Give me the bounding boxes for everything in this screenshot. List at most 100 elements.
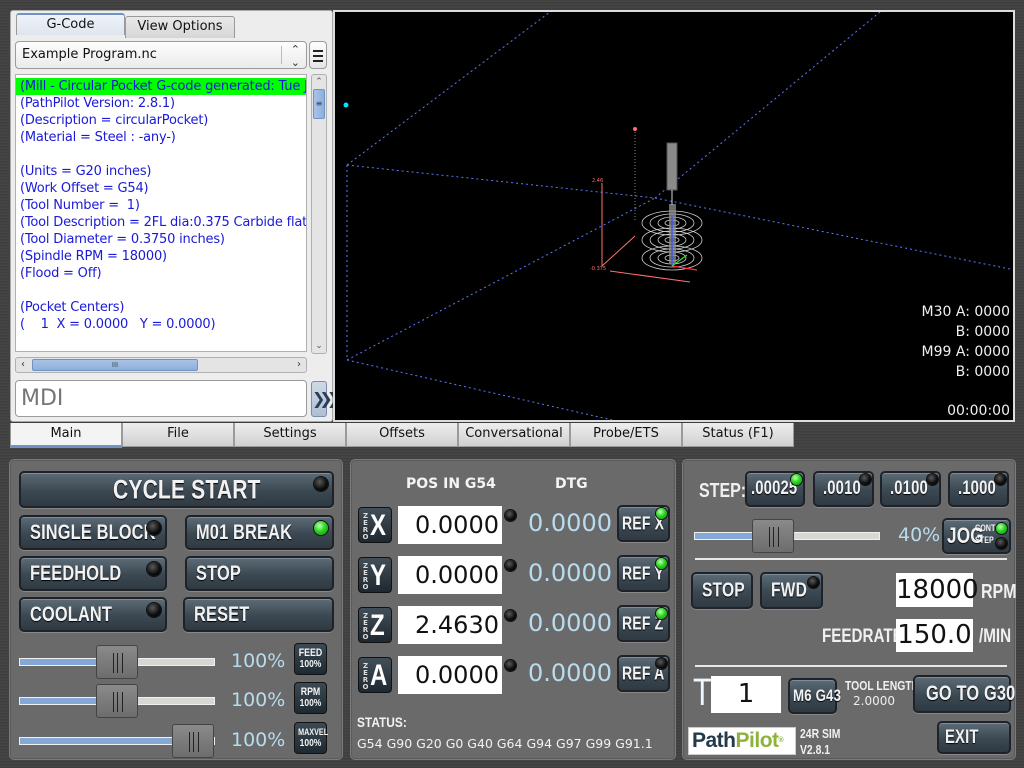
gcode-vertical-scrollbar[interactable]: ⌃ ≡ ⌄ xyxy=(311,74,327,354)
zero-label: ZERO xyxy=(362,562,369,591)
coolant-led xyxy=(147,603,161,617)
file-menu-button[interactable] xyxy=(309,41,327,69)
scroll-left-icon[interactable]: ‹ xyxy=(16,358,30,372)
code-line[interactable]: (Work Offset = G54) xyxy=(16,180,306,197)
tab-gcode[interactable]: G-Code xyxy=(16,13,125,35)
rpm-override-value: 100% xyxy=(231,689,286,711)
x-position-field[interactable]: 0.0000 xyxy=(398,506,502,544)
rpm-field[interactable]: 18000 xyxy=(896,573,979,607)
single-block-button[interactable]: SINGLE BLOCK xyxy=(19,515,167,550)
a-position-field[interactable]: 0.0000 xyxy=(398,656,502,694)
step-00025-button[interactable]: .00025 xyxy=(745,471,805,507)
active-gcodes: G54 G90 G20 G0 G40 G64 G94 G97 G99 G91.1 xyxy=(357,736,653,751)
x-dtg-value: 0.0000 xyxy=(528,509,612,537)
tab-status[interactable]: Status (F1) xyxy=(682,423,794,447)
ref-y-led xyxy=(656,558,667,569)
boundary-edge xyxy=(346,359,615,420)
origin-marker xyxy=(343,102,349,108)
tool-number-field[interactable]: 1 xyxy=(711,676,781,713)
cycle-start-button[interactable]: CYCLE START xyxy=(19,471,334,508)
ref-z-button[interactable]: REF Z xyxy=(617,605,670,642)
ref-x-button[interactable]: REF X xyxy=(617,505,670,542)
code-line[interactable]: (Spindle RPM = 18000) xyxy=(16,248,306,265)
rpm-override-slider[interactable] xyxy=(19,684,215,718)
feed-override-slider[interactable] xyxy=(19,645,215,679)
scrollbar-thumb[interactable]: III xyxy=(32,359,198,371)
m99-a-counter: M99 A: 0000 xyxy=(921,344,1010,360)
tab-file[interactable]: File xyxy=(122,423,234,447)
spindle-stop-button[interactable]: STOP xyxy=(691,572,753,609)
scroll-right-icon[interactable]: › xyxy=(292,358,306,372)
scroll-down-icon[interactable]: ⌄ xyxy=(312,339,326,353)
toolpath-3d-viewport[interactable]: 2.46 -0.375 M30 A: 0000 B: 0000 M99 A: 0… xyxy=(333,10,1015,422)
code-line[interactable]: (Units = G20 inches) xyxy=(16,163,306,180)
tab-main[interactable]: Main xyxy=(10,423,122,448)
jog-speed-value: 40% xyxy=(898,524,941,546)
mdi-submit-button[interactable]: ❯❯❯ xyxy=(311,381,340,417)
code-line[interactable]: (Flood = Off) xyxy=(16,265,306,282)
rpm-reset-button[interactable]: RPM 100% xyxy=(294,682,327,714)
code-line[interactable] xyxy=(16,146,306,163)
zero-z-button[interactable]: ZERO Z xyxy=(358,607,392,643)
jog-speed-slider[interactable] xyxy=(694,519,880,553)
code-line[interactable]: ( 1 X = 0.0000 Y = 0.0000) xyxy=(16,316,306,333)
m01-break-button[interactable]: M01 BREAK xyxy=(185,515,334,550)
mdi-input[interactable] xyxy=(15,380,307,417)
tab-conversational[interactable]: Conversational xyxy=(458,423,570,447)
dropdown-separator xyxy=(281,46,282,64)
slider-thumb[interactable] xyxy=(96,684,138,718)
exit-button[interactable]: EXIT xyxy=(937,721,1011,754)
spindle-fwd-button[interactable]: FWD xyxy=(760,572,823,609)
code-line[interactable]: (Description = circularPocket) xyxy=(16,112,306,129)
go-to-g30-button[interactable]: GO TO G30 xyxy=(913,675,1015,713)
feed-reset-button[interactable]: FEED 100% xyxy=(294,643,327,675)
ref-a-button[interactable]: REF A xyxy=(617,655,670,692)
feedrate-unit: /MIN xyxy=(979,626,1012,647)
m6-g43-button[interactable]: M6 G43 xyxy=(788,678,841,714)
zero-a-button[interactable]: ZERO A xyxy=(358,657,392,693)
m30-b-counter: B: 0000 xyxy=(955,324,1010,340)
step-0100-button[interactable]: .0100 xyxy=(880,471,941,507)
scrollbar-thumb[interactable]: ≡ xyxy=(313,89,325,119)
tab-view-options[interactable]: View Options xyxy=(125,16,235,38)
gcode-horizontal-scrollbar[interactable]: ‹ III › xyxy=(15,357,307,373)
maxvel-override-value: 100% xyxy=(231,729,286,751)
z-position-field[interactable]: 2.4630 xyxy=(398,606,502,644)
code-line[interactable]: (Pocket Centers) xyxy=(16,299,306,316)
step-1000-button[interactable]: .1000 xyxy=(948,471,1009,507)
code-line[interactable]: (Tool Number = 1) xyxy=(16,197,306,214)
dtg-header: DTG xyxy=(555,476,588,492)
tool-prefix: T xyxy=(693,672,712,714)
maxvel-override-slider[interactable] xyxy=(19,724,215,758)
feedhold-button[interactable]: FEEDHOLD xyxy=(19,556,167,591)
divider xyxy=(695,558,1007,560)
tab-offsets[interactable]: Offsets xyxy=(346,423,458,447)
coolant-button[interactable]: COOLANT xyxy=(19,597,167,632)
scroll-up-icon[interactable]: ⌃ xyxy=(312,75,326,89)
program-file-dropdown[interactable]: Example Program.nc ⌃ ⌄ xyxy=(15,41,307,69)
y-position-field[interactable]: 0.0000 xyxy=(398,556,502,594)
maxvel-reset-button[interactable]: MAXVEL 100% xyxy=(294,722,328,754)
tab-settings[interactable]: Settings xyxy=(234,423,346,447)
reset-button[interactable]: RESET xyxy=(183,597,334,632)
code-line[interactable]: (Tool Diameter = 0.3750 inches) xyxy=(16,231,306,248)
slider-thumb[interactable] xyxy=(751,519,794,553)
slider-thumb[interactable] xyxy=(172,724,214,758)
stop-button[interactable]: STOP xyxy=(185,556,334,591)
ref-y-button[interactable]: REF Y xyxy=(617,555,670,592)
step-0010-button[interactable]: .0010 xyxy=(813,471,874,507)
zero-y-button[interactable]: ZERO Y xyxy=(358,557,392,593)
pos-header: POS IN G54 xyxy=(406,476,496,492)
code-line[interactable]: (Material = Steel : -any-) xyxy=(16,129,306,146)
tab-probe-ets[interactable]: Probe/ETS xyxy=(570,423,682,447)
code-line[interactable]: (Tool Description = 2FL dia:0.375 Carbid… xyxy=(16,214,306,231)
code-line[interactable]: (PathPilot Version: 2.8.1) xyxy=(16,95,306,112)
code-line[interactable] xyxy=(16,282,306,299)
slider-thumb[interactable] xyxy=(96,645,138,679)
zero-x-button[interactable]: ZERO X xyxy=(358,507,392,543)
gcode-listing[interactable]: (Mill - Circular Pocket G-code generated… xyxy=(15,74,307,352)
jog-mode-button[interactable]: JOG CONT STEP xyxy=(942,518,1011,554)
code-line[interactable]: (Mill - Circular Pocket G-code generated… xyxy=(16,78,306,95)
boundary-edge xyxy=(346,164,656,199)
feedrate-field[interactable]: 150.0 xyxy=(896,619,973,652)
